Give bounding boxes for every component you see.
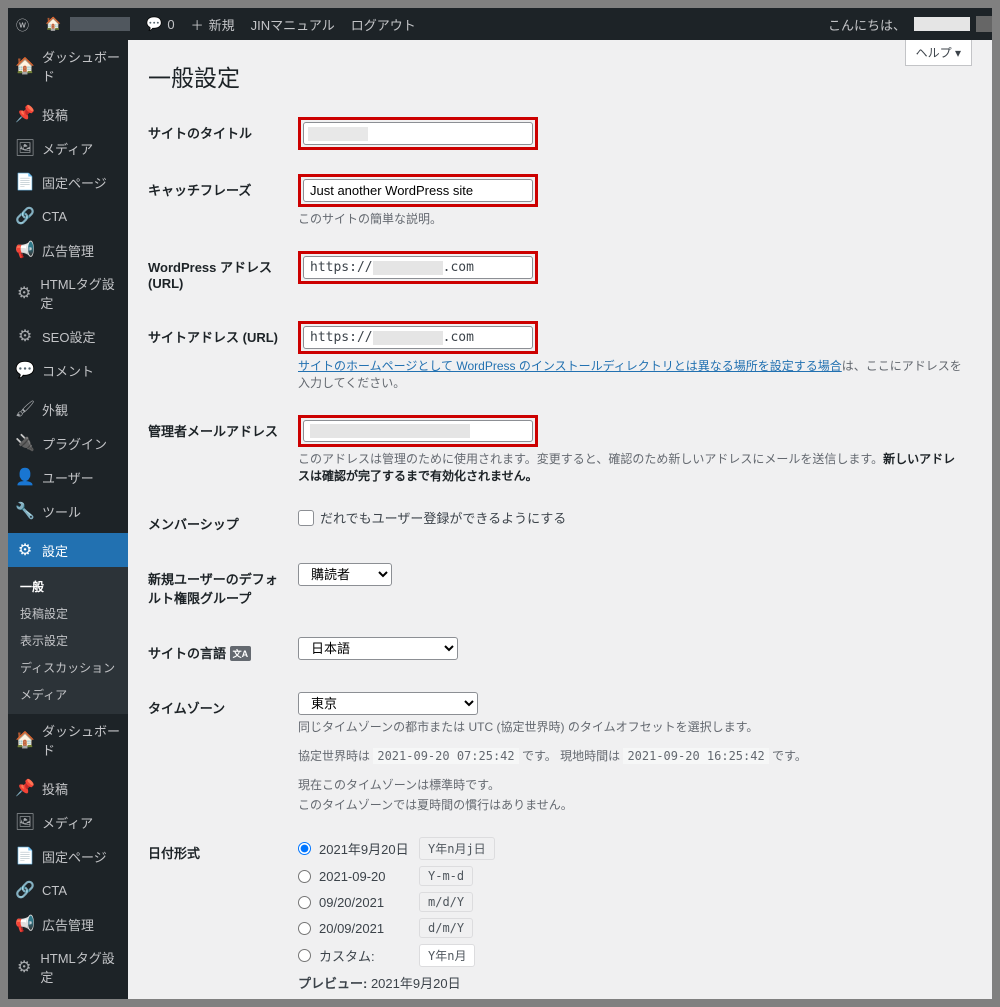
page-title: 一般設定 — [148, 50, 972, 97]
menu-コメント[interactable]: 💬コメント — [8, 353, 128, 387]
help-tab[interactable]: ヘルプ ▾ — [905, 40, 972, 66]
date_format-custom-radio[interactable] — [298, 949, 311, 962]
submenu-投稿設定[interactable]: 投稿設定 — [8, 600, 128, 627]
site-title-label: サイトのタイトル — [148, 105, 298, 162]
menu-icon: 🏠 — [16, 56, 34, 76]
menu-広告管理[interactable]: 📢広告管理 — [8, 907, 128, 941]
menu-icon: ⚙ — [16, 540, 34, 560]
translate-icon: 文A — [230, 646, 252, 661]
submenu-ディスカッション[interactable]: ディスカッション — [8, 654, 128, 681]
language-label: サイトの言語 文A — [148, 625, 298, 680]
logout[interactable]: ログアウト — [343, 8, 424, 40]
plus-icon: ＋ — [191, 15, 204, 34]
menu-icon: 🖌 — [16, 399, 34, 419]
menu-メディア[interactable]: 🖼メディア — [8, 131, 128, 165]
menu-外観[interactable]: 🖌外観 — [8, 392, 128, 426]
admin-bar: ⓦ 🏠 💬0 ＋新規 JINマニュアル ログアウト こんにちは、 — [8, 8, 992, 40]
timezone-label: タイムゾーン — [148, 680, 298, 825]
menu-広告管理[interactable]: 📢広告管理 — [8, 233, 128, 267]
membership-checkbox[interactable]: だれでもユーザー登録ができるようにする — [298, 508, 962, 527]
menu-ダッシュボード[interactable]: 🏠ダッシュボード — [8, 40, 128, 92]
menu-icon: 🏠 — [16, 730, 34, 750]
menu-icon: 📢 — [16, 914, 34, 934]
menu-icon: 🔧 — [16, 501, 34, 521]
menu-HTMLタグ設定[interactable]: ⚙HTMLタグ設定 — [8, 941, 128, 993]
menu-設定[interactable]: ⚙設定 — [8, 533, 128, 567]
content-area: ヘルプ ▾ 一般設定 サイトのタイトル キャッチフレーズ このサイトの簡単な説明… — [128, 40, 992, 999]
menu-固定ページ[interactable]: 📄固定ページ — [8, 165, 128, 199]
wordpress-icon: ⓦ — [16, 15, 29, 34]
submenu-一般[interactable]: 一般 — [8, 573, 128, 600]
date-format-label: 日付形式 — [148, 825, 298, 999]
home-icon: 🏠 — [45, 16, 61, 32]
menu-SEO設定[interactable]: ⚙SEO設定 — [8, 319, 128, 353]
site-url-desc: サイトのホームページとして WordPress のインストールディレクトリとは異… — [298, 357, 962, 391]
menu-icon: 👤 — [16, 467, 34, 487]
comments-link[interactable]: 💬0 — [138, 8, 182, 40]
menu-ツール[interactable]: 🔧ツール — [8, 494, 128, 528]
timezone-select[interactable]: 東京 — [298, 692, 478, 715]
tagline-label: キャッチフレーズ — [148, 162, 298, 239]
menu-icon: 📌 — [16, 104, 34, 124]
submenu-メディア[interactable]: メディア — [8, 681, 128, 708]
submenu-表示設定[interactable]: 表示設定 — [8, 627, 128, 654]
menu-icon: 🔗 — [16, 880, 34, 900]
menu-SEO設定[interactable]: ⚙SEO設定 — [8, 993, 128, 999]
wp-url-label: WordPress アドレス (URL) — [148, 239, 298, 309]
jin-manual[interactable]: JINマニュアル — [243, 8, 343, 40]
date_format-radio[interactable] — [298, 922, 311, 935]
menu-ユーザー[interactable]: 👤ユーザー — [8, 460, 128, 494]
menu-icon: 🔌 — [16, 433, 34, 453]
menu-icon: 📄 — [16, 172, 34, 192]
new-content[interactable]: ＋新規 — [183, 8, 243, 40]
admin-email-label: 管理者メールアドレス — [148, 403, 298, 496]
default-role-select[interactable]: 購読者 — [298, 563, 392, 586]
greeting: こんにちは、 — [828, 15, 914, 34]
site-home[interactable]: 🏠 — [37, 8, 138, 40]
menu-icon: ⚙ — [16, 957, 32, 977]
site-url-label: サイトアドレス (URL) — [148, 309, 298, 403]
admin-email-desc: このアドレスは管理のために使用されます。変更すると、確認のため新しいアドレスにメ… — [298, 450, 962, 484]
default-role-label: 新規ユーザーのデフォルト権限グループ — [148, 551, 298, 625]
wp-logo[interactable]: ⓦ — [8, 8, 37, 40]
menu-icon: ⚙ — [16, 283, 32, 303]
membership-label: メンバーシップ — [148, 496, 298, 551]
avatar[interactable] — [976, 16, 992, 32]
date_format-radio[interactable] — [298, 870, 311, 883]
menu-メディア[interactable]: 🖼メディア — [8, 805, 128, 839]
menu-プラグイン[interactable]: 🔌プラグイン — [8, 426, 128, 460]
tagline-desc: このサイトの簡単な説明。 — [298, 210, 962, 227]
menu-icon: 📢 — [16, 240, 34, 260]
menu-icon: 📄 — [16, 846, 34, 866]
menu-icon: ⚙ — [16, 326, 34, 346]
admin-sidebar: 🏠ダッシュボード📌投稿🖼メディア📄固定ページ🔗CTA📢広告管理⚙HTMLタグ設定… — [8, 40, 128, 999]
admin-email-input[interactable] — [303, 420, 533, 442]
date_format-radio[interactable] — [298, 842, 311, 855]
menu-icon: 📌 — [16, 778, 34, 798]
site-title-input[interactable] — [303, 122, 533, 145]
menu-CTA[interactable]: 🔗CTA — [8, 199, 128, 233]
menu-icon: 🖼 — [16, 138, 34, 158]
language-select[interactable]: 日本語 — [298, 637, 458, 660]
date_format-radio[interactable] — [298, 896, 311, 909]
comment-icon: 💬 — [146, 16, 162, 32]
menu-固定ページ[interactable]: 📄固定ページ — [8, 839, 128, 873]
menu-HTMLタグ設定[interactable]: ⚙HTMLタグ設定 — [8, 267, 128, 319]
menu-icon: 💬 — [16, 360, 34, 380]
menu-投稿[interactable]: 📌投稿 — [8, 771, 128, 805]
menu-投稿[interactable]: 📌投稿 — [8, 97, 128, 131]
menu-ダッシュボード[interactable]: 🏠ダッシュボード — [8, 714, 128, 766]
menu-CTA[interactable]: 🔗CTA — [8, 873, 128, 907]
menu-icon: 🖼 — [16, 812, 34, 832]
tagline-input[interactable] — [303, 179, 533, 202]
menu-icon: 🔗 — [16, 206, 34, 226]
